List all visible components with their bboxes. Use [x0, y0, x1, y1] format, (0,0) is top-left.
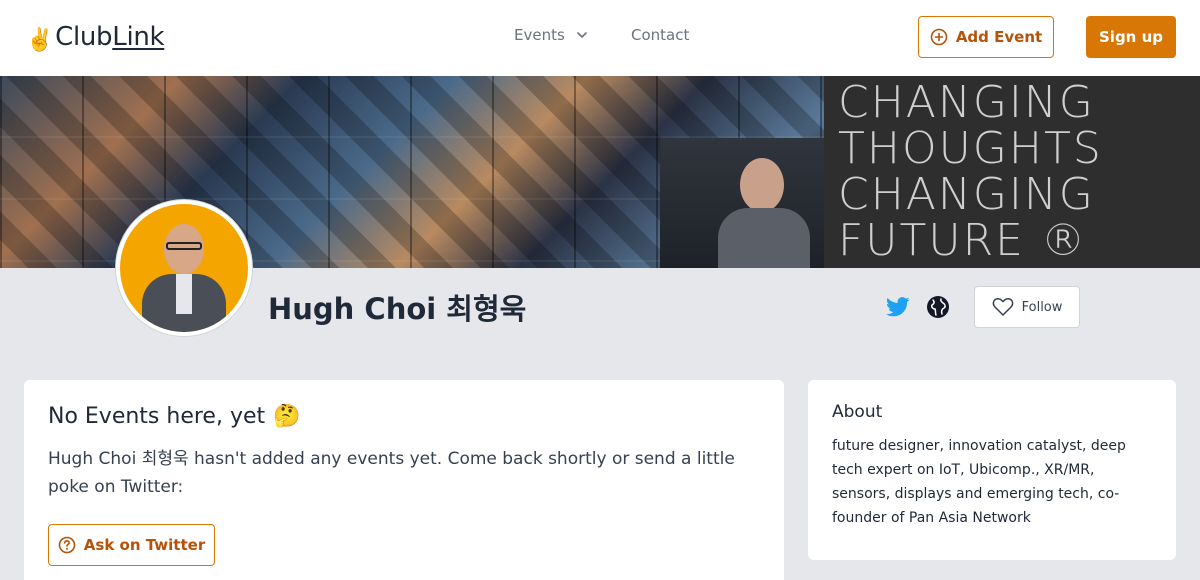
globe-icon[interactable] — [926, 295, 950, 319]
about-heading: About — [832, 402, 883, 422]
events-card: No Events here, yet 🤔 Hugh Choi 최형욱 hasn… — [24, 380, 784, 580]
slogan-line-4: FUTURE ® — [838, 215, 1087, 266]
banner-slogan: CHANGING THOUGHTS CHANGING FUTURE ® — [824, 76, 1200, 268]
logo-text-club: Club — [55, 22, 113, 52]
follow-label: Follow — [1021, 299, 1063, 315]
sign-up-button[interactable]: Sign up — [1086, 16, 1176, 58]
thinking-face-icon: 🤔 — [273, 404, 301, 429]
slogan-line-1: CHANGING — [838, 77, 1095, 128]
events-empty-message: Hugh Choi 최형욱 hasn't added any events ye… — [48, 449, 735, 497]
profile-name: Hugh Choi 최형욱 — [268, 292, 527, 326]
question-circle-icon — [58, 536, 76, 554]
avatar — [116, 200, 252, 336]
heart-icon — [992, 298, 1013, 316]
nav-contact-link[interactable]: Contact — [631, 26, 689, 44]
ask-on-twitter-label: Ask on Twitter — [83, 536, 206, 554]
banner-speaker-photo — [660, 138, 824, 268]
top-nav-bar: ✌️ Club Link Events Contact Add Event Sig… — [0, 0, 1200, 76]
events-empty-title: No Events here, yet — [48, 404, 266, 429]
about-card: About future designer, innovation cataly… — [808, 380, 1176, 560]
plus-circle-icon — [930, 28, 948, 46]
slogan-line-2: THOUGHTS — [838, 123, 1103, 174]
nav-events-label: Events — [514, 26, 565, 44]
events-empty-heading: No Events here, yet 🤔 — [48, 404, 760, 429]
chevron-down-icon — [576, 32, 587, 38]
about-text: future designer, innovation catalyst, de… — [832, 438, 1126, 526]
follow-button[interactable]: Follow — [974, 286, 1080, 328]
add-event-button[interactable]: Add Event — [918, 16, 1054, 58]
nav-events-dropdown[interactable]: Events — [514, 26, 589, 44]
slogan-line-3: CHANGING — [838, 169, 1095, 220]
add-event-label: Add Event — [955, 28, 1043, 46]
ask-on-twitter-button[interactable]: Ask on Twitter — [48, 524, 215, 566]
clublink-logo[interactable]: ✌️ Club Link — [26, 22, 165, 53]
twitter-icon[interactable] — [886, 296, 910, 318]
victory-hand-icon: ✌️ — [26, 28, 54, 53]
logo-text-link: Link — [112, 22, 165, 52]
